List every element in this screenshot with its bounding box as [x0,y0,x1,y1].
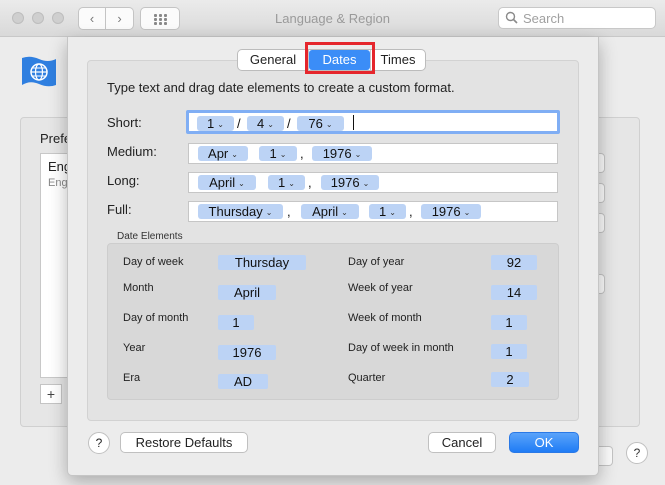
full-month-token[interactable]: April ⌄ [301,204,359,219]
add-language-button[interactable]: + [40,384,62,404]
chevron-down-icon: ⌄ [231,150,238,159]
advanced-button[interactable] [597,446,613,466]
chevron-down-icon: ⌄ [267,120,274,129]
medium-day-token[interactable]: 1 ⌄ [259,146,297,161]
element-token-month[interactable]: April [218,285,276,300]
medium-month-token[interactable]: Apr ⌄ [198,146,248,161]
element-token-week-of-year[interactable]: 14 [491,285,537,300]
element-label-month: Month [123,282,154,294]
title-bar: ‹ › Language & Region Search [0,0,665,37]
long-month-token[interactable]: April ⌄ [198,175,256,190]
chevron-down-icon: ⌄ [463,208,471,217]
long-year-token[interactable]: 1976 ⌄ [321,175,379,190]
element-label-day-of-week: Day of week [123,256,184,268]
tab-times[interactable]: Times [370,50,425,70]
full-label: Full: [107,202,132,217]
element-token-day-of-month[interactable]: 1 [218,315,254,330]
element-token-day-of-year[interactable]: 92 [491,255,537,270]
tab-general[interactable]: General [238,50,309,70]
tab-dates[interactable]: Dates [309,50,370,70]
restore-defaults-button[interactable]: Restore Defaults [120,432,248,453]
full-year-token[interactable]: 1976 ⌄ [421,204,481,219]
chevron-down-icon: ⌄ [354,150,362,159]
element-token-day-of-week[interactable]: Thursday [218,255,306,270]
short-label: Short: [107,115,142,130]
element-label-day-of-month: Day of month [123,312,189,324]
long-label: Long: [107,173,140,188]
short-year-token[interactable]: 76 ⌄ [297,116,344,131]
chevron-down-icon: ⌄ [389,208,396,217]
short-separator: / [287,116,291,131]
ok-button[interactable]: OK [509,432,579,453]
chevron-down-icon: ⌄ [265,208,273,217]
search-icon [505,11,518,24]
medium-separator: , [300,146,304,161]
element-token-era[interactable]: AD [218,374,268,389]
short-day-token[interactable]: 1 ⌄ [197,116,234,131]
short-separator: / [237,116,241,131]
element-label-week-of-year: Week of year [348,282,413,294]
search-input[interactable]: Search [498,7,656,29]
element-label-quarter: Quarter [348,372,386,384]
medium-label: Medium: [107,144,157,159]
chevron-down-icon: ⌄ [279,150,287,159]
element-token-week-of-month[interactable]: 1 [491,315,527,330]
instruction-text: Type text and drag date elements to crea… [107,80,455,95]
long-separator: , [308,175,312,190]
medium-year-token[interactable]: 1976 ⌄ [312,146,372,161]
text-caret [353,115,354,130]
long-day-token[interactable]: 1 ⌄ [268,175,305,190]
element-label-day-of-year: Day of year [348,256,405,268]
cancel-button[interactable]: Cancel [428,432,496,453]
help-button[interactable]: ? [88,432,110,454]
tab-bar: General Dates Times [237,49,426,71]
short-format-field[interactable] [186,110,560,134]
element-token-day-of-week-in-month[interactable]: 1 [491,344,527,359]
short-month-token[interactable]: 4 ⌄ [247,116,284,131]
date-elements-label: Date Elements [117,231,183,242]
full-separator: , [287,204,291,219]
chevron-down-icon: ⌄ [325,120,333,129]
element-label-era: Era [123,372,141,384]
full-separator: , [409,204,413,219]
background-help-button[interactable]: ? [626,442,648,464]
full-day-token[interactable]: 1 ⌄ [369,204,406,219]
chevron-down-icon: ⌄ [288,179,295,188]
element-label-day-of-week-in-month: Day of week in month [348,342,454,354]
flag-globe-icon [22,56,56,87]
chevron-down-icon: ⌄ [362,179,370,188]
element-token-year[interactable]: 1976 [218,345,276,360]
element-label-week-of-month: Week of month [348,312,422,324]
list-item-subtitle: Eng [48,177,68,189]
chevron-down-icon: ⌄ [217,120,224,129]
chevron-down-icon: ⌄ [341,208,348,217]
element-token-quarter[interactable]: 2 [491,372,529,387]
search-placeholder: Search [523,11,565,26]
chevron-down-icon: ⌄ [238,179,245,188]
full-weekday-token[interactable]: Thursday ⌄ [198,204,283,219]
element-label-year: Year [123,342,146,354]
